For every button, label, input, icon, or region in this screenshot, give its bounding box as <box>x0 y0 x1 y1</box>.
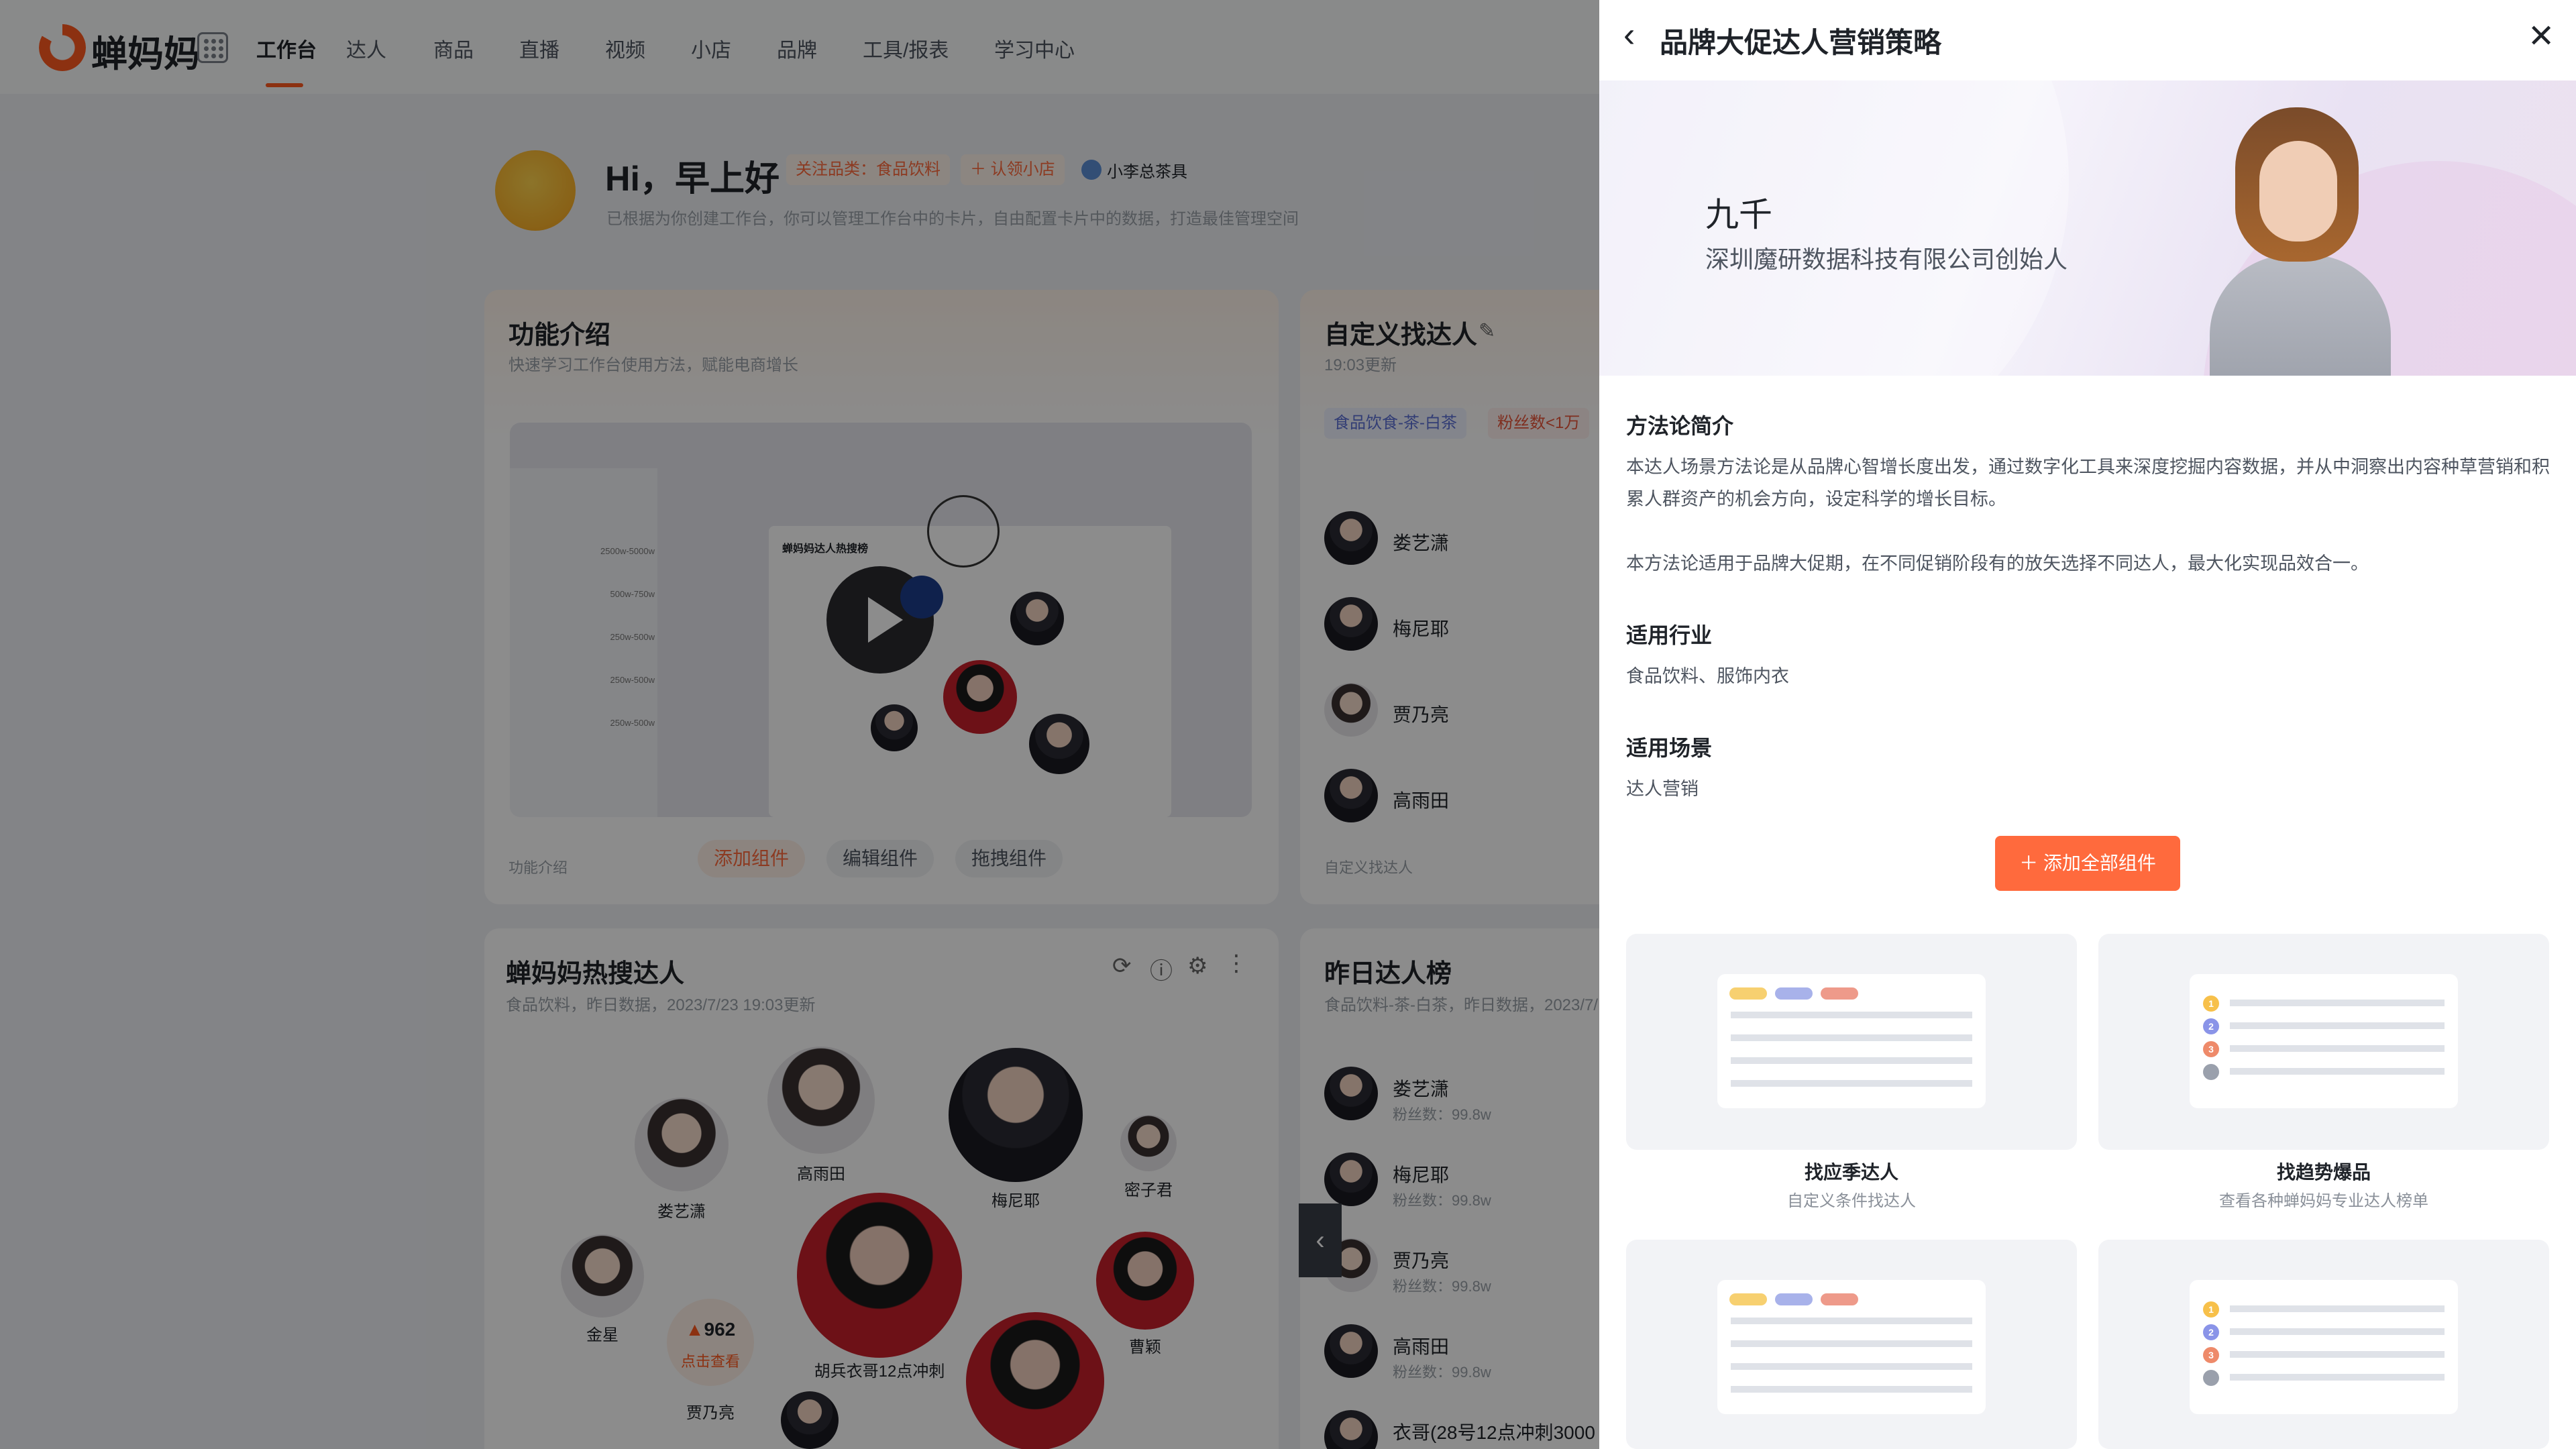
close-icon[interactable]: ✕ <box>2528 17 2555 55</box>
component-card[interactable]: 1 2 3 <box>2098 934 2549 1150</box>
plus-icon: ＋ <box>2019 853 2043 873</box>
back-icon[interactable]: ‹ <box>1623 15 1635 55</box>
rank-badge <box>2203 1064 2219 1080</box>
presenter-name: 九千 <box>1705 196 1772 233</box>
component-desc: 自定义条件找达人 <box>1787 1192 1916 1210</box>
presenter-role: 深圳魔研数据科技有限公司创始人 <box>1705 246 2068 273</box>
industry-title: 适用行业 <box>1626 623 1713 647</box>
presenter-face <box>2259 141 2337 241</box>
rank-badge: 3 <box>2203 1041 2219 1057</box>
component-card[interactable]: 1 2 3 <box>2098 1240 2549 1449</box>
component-preview <box>1717 974 1986 1108</box>
add-all-label: 添加全部组件 <box>2043 853 2156 873</box>
preview-pill <box>1729 1293 1767 1305</box>
presenter-banner: 九千 深圳魔研数据科技有限公司创始人 <box>1599 80 2576 376</box>
preview-pill <box>1775 987 1813 1000</box>
industry-value: 食品饮料、服饰内衣 <box>1626 666 1789 686</box>
presenter-body <box>2210 255 2391 376</box>
scene-title: 适用场景 <box>1626 736 1713 760</box>
rank-badge: 1 <box>2203 996 2219 1012</box>
preview-rows <box>1731 1318 1972 1405</box>
preview-rows <box>2230 1000 2445 1087</box>
drawer-title: 品牌大促达人营销策略 <box>1660 27 1942 58</box>
rank-badge: 2 <box>2203 1018 2219 1034</box>
component-name: 找应季达人 <box>1804 1162 1898 1183</box>
preview-pill <box>1775 1293 1813 1305</box>
rank-badge: 1 <box>2203 1301 2219 1318</box>
method-paragraph-2: 本方法论适用于品牌大促期，在不同促销阶段有的放矢选择不同达人，最大化实现品效合一… <box>1626 553 2369 574</box>
component-preview: 1 2 3 <box>2190 974 2458 1108</box>
method-title: 方法论简介 <box>1626 414 1734 438</box>
rank-badge: 2 <box>2203 1324 2219 1340</box>
component-card[interactable] <box>1626 934 2077 1150</box>
component-preview: 1 2 3 <box>2190 1280 2458 1414</box>
strategy-drawer: ‹ 品牌大促达人营销策略 ✕ 九千 深圳魔研数据科技有限公司创始人 方法论简介 … <box>1599 0 2576 1449</box>
add-all-components-button[interactable]: ＋ 添加全部组件 <box>1995 836 2180 891</box>
scene-value: 达人营销 <box>1626 779 1699 799</box>
preview-rows <box>2230 1305 2445 1393</box>
component-card[interactable] <box>1626 1240 2077 1449</box>
rank-badge <box>2203 1370 2219 1386</box>
modal-overlay[interactable] <box>0 0 1599 1449</box>
presenter-photo <box>2183 101 2411 376</box>
preview-pill <box>1821 987 1858 1000</box>
preview-pill <box>1821 1293 1858 1305</box>
preview-pill <box>1729 987 1767 1000</box>
component-name: 找趋势爆品 <box>2276 1162 2371 1183</box>
method-paragraph-1: 本达人场景方法论是从品牌心智增长度出发，通过数字化工具来深度挖掘内容数据，并从中… <box>1626 457 2550 509</box>
rank-badge: 3 <box>2203 1347 2219 1363</box>
preview-rows <box>1731 1012 1972 1099</box>
component-desc: 查看各种蝉妈妈专业达人榜单 <box>2219 1192 2428 1210</box>
banner-decor <box>1599 80 2069 376</box>
component-preview <box>1717 1280 1986 1414</box>
drawer-header: ‹ 品牌大促达人营销策略 ✕ <box>1599 0 2576 80</box>
